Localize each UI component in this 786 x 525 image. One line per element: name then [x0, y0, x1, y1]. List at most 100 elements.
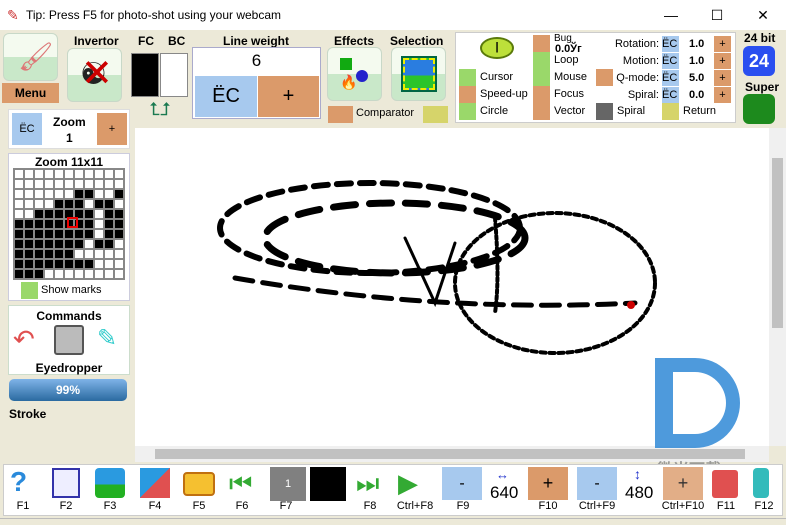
zoom-pixel	[34, 249, 44, 259]
selection-button[interactable]	[391, 47, 446, 101]
zoom-pixel	[114, 259, 124, 269]
zoom-pixel	[24, 209, 34, 219]
q-mode-decrease[interactable]: ЁС	[662, 70, 679, 86]
q-mode-increase[interactable]: +	[714, 70, 731, 86]
key-ctrl-f8: Ctrl+F8	[396, 500, 434, 512]
spiral-toggle[interactable]	[596, 103, 613, 120]
spiral-increase[interactable]: +	[714, 87, 731, 103]
zoom-pixel	[44, 229, 54, 239]
zoom-pixel	[44, 179, 54, 189]
bit-depth-label: 24 bit	[744, 31, 776, 45]
focus-toggle[interactable]	[533, 86, 550, 103]
bug-toggle[interactable]	[533, 35, 550, 52]
zoom-pixel	[74, 169, 84, 179]
key-f10: F10	[538, 500, 558, 512]
zoom-pixel	[104, 249, 114, 259]
key-f6: F6	[235, 500, 249, 512]
show-marks-toggle[interactable]	[21, 282, 38, 299]
vertical-scrollbar[interactable]	[769, 128, 786, 446]
minimize-button[interactable]: —	[648, 0, 694, 30]
background-color-swatch[interactable]	[160, 53, 188, 97]
frame-color[interactable]	[310, 467, 346, 501]
circle-toggle[interactable]	[459, 103, 476, 120]
zoom-pixel	[44, 189, 54, 199]
last-frame-icon[interactable]: ⏭	[356, 468, 379, 498]
rotation-decrease[interactable]: ЁС	[662, 36, 679, 52]
landscape-icon[interactable]	[95, 468, 125, 498]
zoom-pixel	[44, 239, 54, 249]
width-decrease-button[interactable]: -	[442, 467, 482, 500]
zoom-in-button[interactable]: +	[97, 113, 127, 145]
comparator-toggle[interactable]	[328, 106, 353, 123]
zoom-pixel	[14, 209, 24, 219]
zoom-pixel	[84, 229, 94, 239]
zoom-pixel	[64, 269, 74, 279]
mode-label: Stroke	[9, 407, 47, 421]
comparator-label: Comparator	[356, 107, 415, 119]
frame-number[interactable]: 1	[270, 467, 306, 501]
cursor-toggle[interactable]	[459, 69, 476, 86]
eyedropper-icon[interactable]: ✎	[97, 324, 117, 353]
effects-button[interactable]: 🔥	[327, 47, 382, 101]
vector-toggle[interactable]	[533, 103, 550, 120]
cursor-dot	[627, 301, 635, 309]
height-decrease-button[interactable]: -	[577, 467, 617, 500]
motion-decrease[interactable]: ЁС	[662, 53, 679, 69]
height-increase-button[interactable]: +	[663, 467, 703, 500]
zoom-pixel	[34, 229, 44, 239]
bit-depth-button[interactable]: 24	[743, 46, 775, 76]
app-icon: ✎	[7, 7, 19, 23]
foreground-color-swatch[interactable]	[131, 53, 159, 97]
vertical-scroll-thumb[interactable]	[772, 158, 783, 328]
bc-label: BC	[168, 34, 186, 48]
comparator-color[interactable]	[423, 106, 448, 123]
super-button[interactable]	[743, 94, 775, 124]
zoom-pixel	[54, 249, 64, 259]
mouse-label: Mouse	[554, 71, 588, 83]
line-weight-increase-button[interactable]: +	[258, 76, 319, 117]
menu-list-icon[interactable]	[54, 325, 84, 355]
line-weight-decrease-button[interactable]: ЁС	[195, 76, 257, 117]
width-increase-button[interactable]: +	[528, 467, 568, 500]
camera-icon[interactable]	[183, 472, 215, 496]
play-new-page-icon[interactable]: ▶	[398, 468, 418, 498]
loop-toggle[interactable]	[533, 52, 550, 69]
zoom-pixel	[14, 189, 24, 199]
spiral-decrease[interactable]: ЁС	[662, 87, 679, 103]
bug-eye-icon[interactable]: |	[480, 37, 514, 59]
zoom-out-button[interactable]: ЁС	[12, 113, 42, 145]
gallery-icon[interactable]	[712, 470, 738, 498]
menu-button[interactable]: Menu	[2, 83, 59, 103]
phone-icon[interactable]	[753, 468, 769, 498]
zoom-pixel	[84, 269, 94, 279]
zoom-pixel	[104, 269, 114, 279]
mouse-toggle[interactable]	[533, 69, 550, 86]
help-icon[interactable]: ?	[10, 466, 27, 498]
zoom-pixel	[14, 229, 24, 239]
zoom-pixel	[34, 269, 44, 279]
zoom-pixel	[114, 269, 124, 279]
key-f9: F9	[456, 500, 470, 512]
return-toggle[interactable]	[662, 103, 679, 120]
undo-icon[interactable]: ↶	[13, 324, 35, 355]
key-f11: F11	[716, 500, 736, 512]
zoom-pixel	[84, 189, 94, 199]
zoom-pixel	[94, 229, 104, 239]
zoom-pixel	[14, 219, 24, 229]
speed-up-toggle[interactable]	[459, 86, 476, 103]
fc-label: FC	[138, 34, 154, 48]
window-mode-icon[interactable]	[52, 468, 80, 498]
zoom-pixel	[54, 239, 64, 249]
swap-images-icon[interactable]	[140, 468, 170, 498]
q-mode-toggle[interactable]	[596, 69, 613, 86]
first-frame-icon[interactable]: ⏮	[229, 468, 252, 498]
rotation-increase[interactable]: +	[714, 36, 731, 52]
invertor-button[interactable]: ☯ ✕	[67, 48, 122, 102]
zoom-pixel	[94, 199, 104, 209]
close-button[interactable]: ✕	[740, 0, 786, 30]
swap-colors-icon[interactable]: ⮤⮥	[137, 100, 183, 120]
maximize-button[interactable]: ☐	[694, 0, 740, 30]
motion-increase[interactable]: +	[714, 53, 731, 69]
spiral-param-label: Spiral:	[627, 89, 659, 101]
menu-brush-button[interactable]: 🖌	[3, 33, 58, 81]
